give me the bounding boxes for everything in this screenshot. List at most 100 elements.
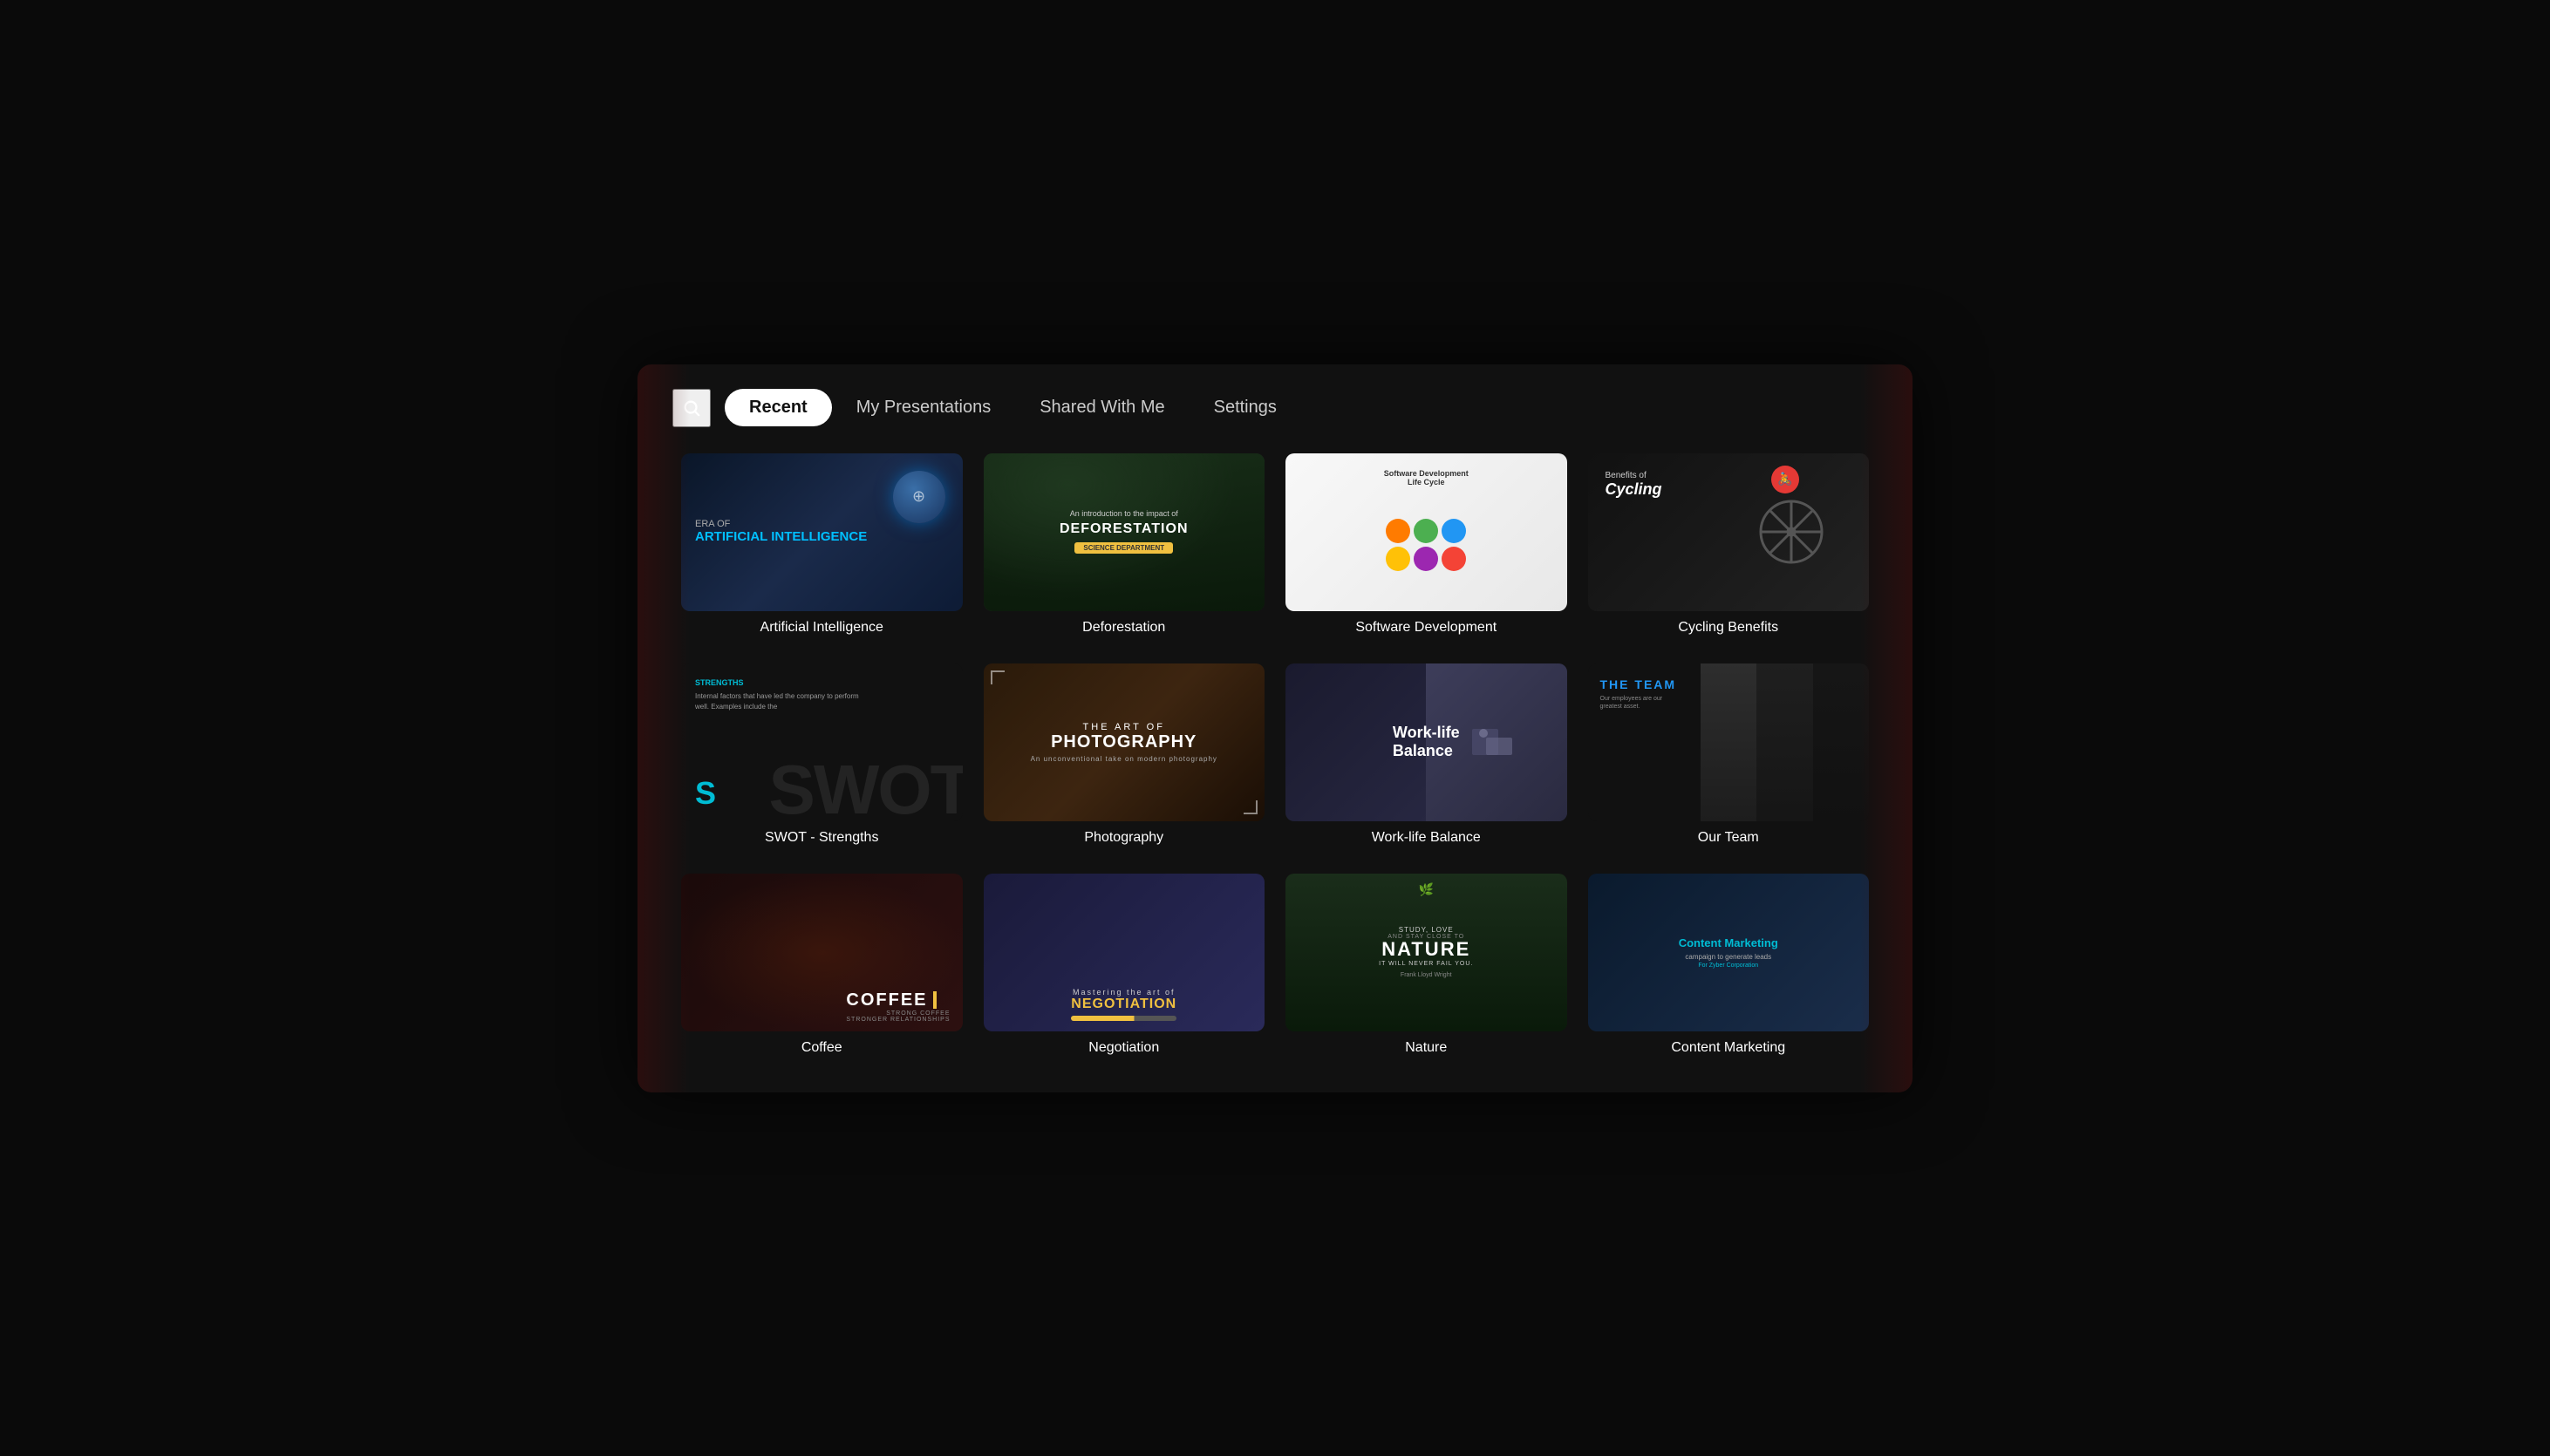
nav-tabs: Recent My Presentations Shared With Me S… [725,389,1301,426]
coffee-content: COFFEE STRONG COFFEESTRONGER RELATIONSHI… [846,990,950,1023]
ai-title-text: ARTIFICIAL INTELLIGENCE [695,529,949,545]
card-label-cycling: Cycling Benefits [1588,620,1870,639]
nature-never: IT WILL NEVER FAIL YOU. [1379,961,1473,967]
swot-description: Internal factors that have led the compa… [695,692,859,711]
cycling-content: Benefits of Cycling [1606,471,1662,499]
coffee-line [933,991,937,1009]
thumb-photography: THE ART OF PHOTOGRAPHY An unconventional… [984,663,1265,821]
card-label-ourteam: Our Team [1588,830,1870,849]
ourteam-content: THE TEAM Our employees are our greatest … [1600,677,1677,712]
negotiation-bar [1071,1016,1176,1021]
softdev-inner: Software DevelopmentLife Cycle [1294,462,1558,602]
tab-recent[interactable]: Recent [725,389,832,426]
card-nature[interactable]: 🌿 STUDY, LOVE AND STAY CLOSE TO NATURE I… [1285,874,1567,1066]
card-label-contentmkt: Content Marketing [1588,1040,1870,1059]
thumb-worklife: Work-lifeBalance [1285,663,1567,821]
sc-design [1386,519,1410,543]
thumb-ai: ERA OF ARTIFICIAL INTELLIGENCE [681,453,963,611]
ourteam-people [1701,663,1870,821]
thumb-deforestation: An introduction to the impact of DEFORES… [984,453,1265,611]
photo-title: PHOTOGRAPHY [1031,732,1217,752]
card-photography[interactable]: THE ART OF PHOTOGRAPHY An unconventional… [984,663,1265,856]
nature-leaf: 🌿 [1419,882,1434,897]
app-container: Recent My Presentations Shared With Me S… [638,364,1912,1092]
card-ai[interactable]: ERA OF ARTIFICIAL INTELLIGENCE Artificia… [681,453,963,646]
card-label-swot: SWOT - Strengths [681,830,963,849]
card-cycling[interactable]: Benefits of Cycling 🚴 Cycling Benefits [1588,453,1870,646]
nature-author: Frank Lloyd Wright [1379,972,1473,978]
sc-deployment [1414,547,1438,571]
ourteam-tagline: Our employees are our greatest asset. [1600,695,1670,712]
coffee-sub: STRONG COFFEESTRONGER RELATIONSHIPS [846,1010,950,1023]
softdev-circles [1386,519,1466,571]
card-label-nature: Nature [1285,1040,1567,1059]
contentmkt-title: Content Marketing [1679,936,1778,950]
deforestation-title: DEFORESTATION [1060,521,1189,537]
softdev-title: Software DevelopmentLife Cycle [1384,469,1469,486]
card-label-worklife: Work-life Balance [1285,830,1567,849]
photo-sub: An unconventional take on modern photogr… [1031,755,1217,763]
sc-planning [1442,519,1466,543]
tab-my-presentations[interactable]: My Presentations [832,389,1016,426]
deforestation-content: An introduction to the impact of DEFORES… [1046,500,1203,563]
tab-shared-with-me[interactable]: Shared With Me [1015,389,1189,426]
photo-frame-br [1244,800,1258,814]
card-swot[interactable]: STRENGTHS Internal factors that have led… [681,663,963,856]
thumb-negotiation: Mastering the art of NEGOTIATION [984,874,1265,1031]
search-button[interactable] [672,389,711,427]
photo-content: THE ART OF PHOTOGRAPHY An unconventional… [1020,711,1228,773]
cycling-badge: 🚴 [1771,466,1799,493]
swot-strengths-label: STRENGTHS [695,677,864,690]
thumb-contentmkt: Content Marketing campaign to generate l… [1588,874,1870,1031]
ourteam-title: THE TEAM [1600,677,1677,691]
person-1 [1701,663,1757,821]
card-label-softdev: Software Development [1285,620,1567,639]
sc-support [1414,519,1438,543]
sc-testing [1442,547,1466,571]
cycling-title-text: Cycling [1606,480,1662,499]
swot-content: S [695,778,716,809]
photo-frame-tl [991,670,1005,684]
card-label-deforestation: Deforestation [984,620,1265,639]
card-softdev[interactable]: Software DevelopmentLife Cycle Software … [1285,453,1567,646]
tab-settings[interactable]: Settings [1190,389,1301,426]
nature-study: STUDY, LOVE [1379,926,1473,934]
presentation-grid: ERA OF ARTIFICIAL INTELLIGENCE Artificia… [638,445,1912,1092]
person-2 [1756,663,1813,821]
contentmkt-corp: For Zyber Corporation [1679,963,1778,969]
negotiation-content: Mastering the art of NEGOTIATION [1071,988,1176,1021]
sc-concept [1386,547,1410,571]
nature-content: STUDY, LOVE AND STAY CLOSE TO NATURE IT … [1368,915,1483,989]
deforestation-intro: An introduction to the impact of [1060,509,1189,518]
negotiation-title: NEGOTIATION [1071,997,1176,1012]
card-negotiation[interactable]: Mastering the art of NEGOTIATION Negotia… [984,874,1265,1066]
card-label-photography: Photography [984,830,1265,849]
thumb-softdev: Software DevelopmentLife Cycle [1285,453,1567,611]
card-label-ai: Artificial Intelligence [681,620,963,639]
card-contentmkt[interactable]: Content Marketing campaign to generate l… [1588,874,1870,1066]
swot-text: STRENGTHS Internal factors that have led… [695,677,864,713]
thumb-nature: 🌿 STUDY, LOVE AND STAY CLOSE TO NATURE I… [1285,874,1567,1031]
negotiation-mastering: Mastering the art of [1071,988,1176,997]
card-worklife[interactable]: Work-lifeBalance Work-life Balance [1285,663,1567,856]
deforestation-badge: SCIENCE DEPARTMENT [1074,542,1173,554]
nav-bar: Recent My Presentations Shared With Me S… [638,364,1912,445]
thumb-coffee: COFFEE STRONG COFFEESTRONGER RELATIONSHI… [681,874,963,1031]
photo-the-art: THE ART OF [1031,722,1217,732]
card-ourteam[interactable]: THE TEAM Our employees are our greatest … [1588,663,1870,856]
worklife-title: Work-lifeBalance [1393,724,1460,761]
contentmkt-content: Content Marketing campaign to generate l… [1679,936,1778,969]
ai-orb [893,471,945,523]
card-coffee[interactable]: COFFEE STRONG COFFEESTRONGER RELATIONSHI… [681,874,963,1066]
card-label-negotiation: Negotiation [984,1040,1265,1059]
thumb-ourteam: THE TEAM Our employees are our greatest … [1588,663,1870,821]
thumb-cycling: Benefits of Cycling 🚴 [1588,453,1870,611]
contentmkt-sub: campaign to generate leads [1679,953,1778,961]
card-label-coffee: Coffee [681,1040,963,1059]
cycling-benefits-text: Benefits of [1606,471,1662,480]
swot-letter: S [695,778,716,809]
worklife-content: Work-lifeBalance [1382,713,1470,772]
card-deforestation[interactable]: An introduction to the impact of DEFORES… [984,453,1265,646]
thumb-swot: STRENGTHS Internal factors that have led… [681,663,963,821]
coffee-title: COFFEE [846,990,927,1010]
